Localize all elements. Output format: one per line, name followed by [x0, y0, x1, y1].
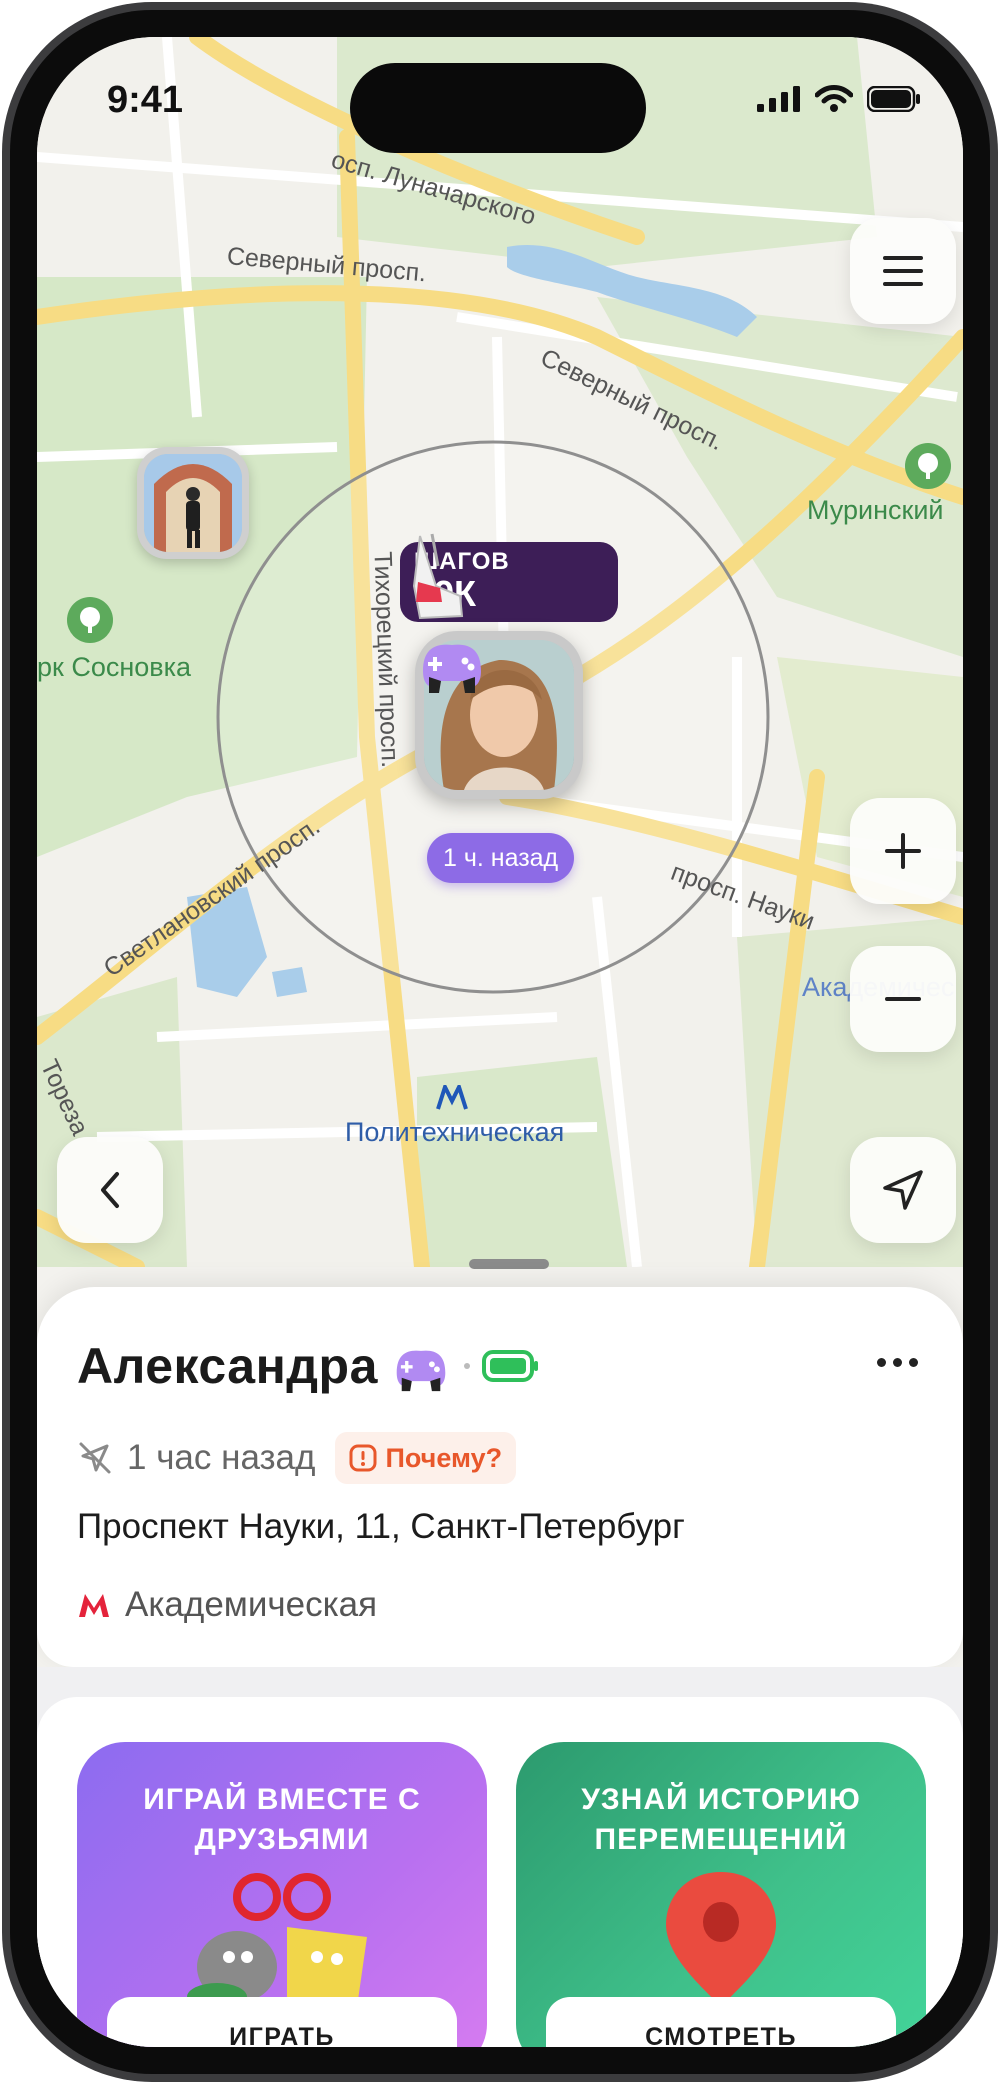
phone-bezel: осп. Луначарского Северный просп. Северн… [10, 10, 990, 2074]
my-location-button[interactable] [850, 1137, 956, 1243]
why-button[interactable]: Почему? [335, 1432, 517, 1484]
plus-icon [885, 833, 921, 869]
steps-badge: ШАГОВ 99К [400, 533, 618, 622]
status-time: 9:41 [107, 79, 184, 121]
menu-button[interactable] [850, 218, 956, 324]
cellular-signal-icon [757, 86, 800, 112]
selected-friend-marker[interactable] [415, 631, 583, 799]
battery-full-icon [481, 1350, 538, 1382]
last-seen-row: 1 час назад Почему? [77, 1432, 517, 1484]
play-button[interactable]: ИГРАТЬ [107, 1997, 457, 2047]
map[interactable]: осп. Луначарского Северный просп. Северн… [37, 37, 963, 1267]
park-label: рк Сосновка [37, 652, 192, 682]
status-icons [757, 85, 921, 113]
friend-avatar [144, 454, 242, 552]
chevron-left-icon [101, 1172, 119, 1208]
why-label: Почему? [385, 1442, 503, 1473]
screen: осп. Луначарского Северный просп. Северн… [37, 37, 963, 2047]
battery-icon [867, 86, 920, 112]
metro-icon [435, 1085, 469, 1111]
location-pin-icon [666, 1872, 776, 2007]
last-seen-pill: 1 ч. назад [427, 833, 575, 883]
characters-illustration [187, 1873, 367, 2007]
more-options-button[interactable] [867, 1342, 927, 1382]
back-button[interactable] [57, 1137, 163, 1243]
metro-label: Политехническая [345, 1117, 565, 1147]
minus-icon [885, 997, 921, 1001]
gamepad-icon [396, 1350, 446, 1392]
last-seen-text: 1 час назад [127, 1438, 316, 1477]
friend-header: Александра [77, 1337, 540, 1395]
warning-icon [349, 1444, 377, 1472]
zoom-out-button[interactable] [850, 946, 956, 1052]
gamepad-icon [423, 644, 481, 693]
view-history-button[interactable]: СМОТРЕТЬ [546, 1997, 896, 2047]
friend-marker[interactable] [137, 447, 249, 559]
promo-title: УЗНАЙ ИСТОРИЮ ПЕРЕМЕЩЕНИЙ [581, 1783, 861, 1856]
phone-frame: осп. Луначарского Северный просп. Северн… [2, 2, 998, 2082]
metro-row: Академическая [77, 1585, 377, 1625]
friend-name: Александра [77, 1338, 378, 1394]
metro-station-name: Академическая [125, 1585, 378, 1624]
location-off-icon [79, 1442, 111, 1474]
address-text: Проспект Науки, 11, Санкт-Петербург [77, 1507, 685, 1546]
promo-card-play[interactable]: ИГРАЙ ВМЕСТЕ С ДРУЗЬЯМИ ИГРАТЬ [77, 1742, 487, 2047]
hamburger-icon [883, 256, 923, 286]
promo-title: ИГРАЙ ВМЕСТЕ С ДРУЗЬЯМИ [143, 1783, 421, 1856]
dynamic-island [350, 63, 646, 153]
separator-dot [463, 1363, 470, 1369]
navigation-arrow-icon [883, 1170, 923, 1210]
park-icon [67, 597, 113, 643]
wifi-icon [815, 85, 853, 112]
park-label: Муринский [807, 495, 944, 525]
metro-icon [79, 1594, 109, 1617]
zoom-in-button[interactable] [850, 798, 956, 904]
more-dots-icon [876, 1357, 886, 1367]
promo-card-history[interactable]: УЗНАЙ ИСТОРИЮ ПЕРЕМЕЩЕНИЙ СМОТРЕТЬ [516, 1742, 926, 2047]
park-icon [905, 443, 951, 489]
sneaker-icon [412, 533, 464, 620]
sheet-handle[interactable] [469, 1259, 549, 1269]
